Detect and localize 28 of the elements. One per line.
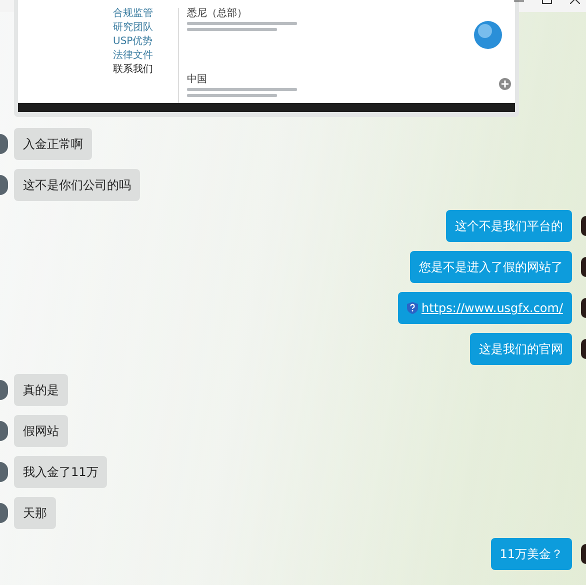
avatar[interactable] bbox=[581, 257, 586, 277]
avatar[interactable] bbox=[581, 544, 586, 564]
nav-link[interactable]: 合规监管 bbox=[113, 8, 178, 19]
message-bubble: 11万美金？ bbox=[490, 538, 572, 570]
message-bubble: 假网站 bbox=[14, 415, 68, 447]
plus-icon[interactable] bbox=[499, 78, 511, 90]
office-heading: 悉尼（总部） bbox=[187, 8, 248, 19]
message-bubble: 您是不是进入了假的网站了 bbox=[410, 251, 572, 283]
nav-link[interactable]: 研究团队 bbox=[113, 22, 178, 33]
message-bubble: 这不是你们公司的吗 bbox=[14, 169, 140, 201]
maximize-icon[interactable] bbox=[542, 0, 552, 4]
message-link[interactable]: https://www.usgfx.com/ bbox=[422, 292, 563, 324]
message-bubble: 入金正常啊 bbox=[14, 128, 92, 160]
globe-icon bbox=[473, 20, 503, 50]
shield-question-icon bbox=[406, 302, 418, 314]
office-heading: 中国 bbox=[187, 74, 208, 85]
nav-link[interactable]: USP优势 bbox=[113, 36, 178, 47]
avatar[interactable] bbox=[581, 339, 586, 359]
message-bubble: 这个不是我们平台的 bbox=[446, 210, 572, 242]
message-bubble: 天那 bbox=[14, 497, 56, 529]
message-bubble: 真的是 bbox=[14, 374, 68, 406]
nav-link[interactable]: 法律文件 bbox=[113, 50, 178, 61]
close-icon[interactable] bbox=[570, 0, 580, 4]
message-bubble: 我入金了11万 bbox=[14, 456, 108, 488]
avatar[interactable] bbox=[581, 216, 586, 236]
message-bubble: 这是我们的官网 bbox=[470, 333, 572, 365]
avatar[interactable] bbox=[581, 298, 586, 318]
nav-link[interactable]: 联系我们 bbox=[113, 64, 178, 75]
